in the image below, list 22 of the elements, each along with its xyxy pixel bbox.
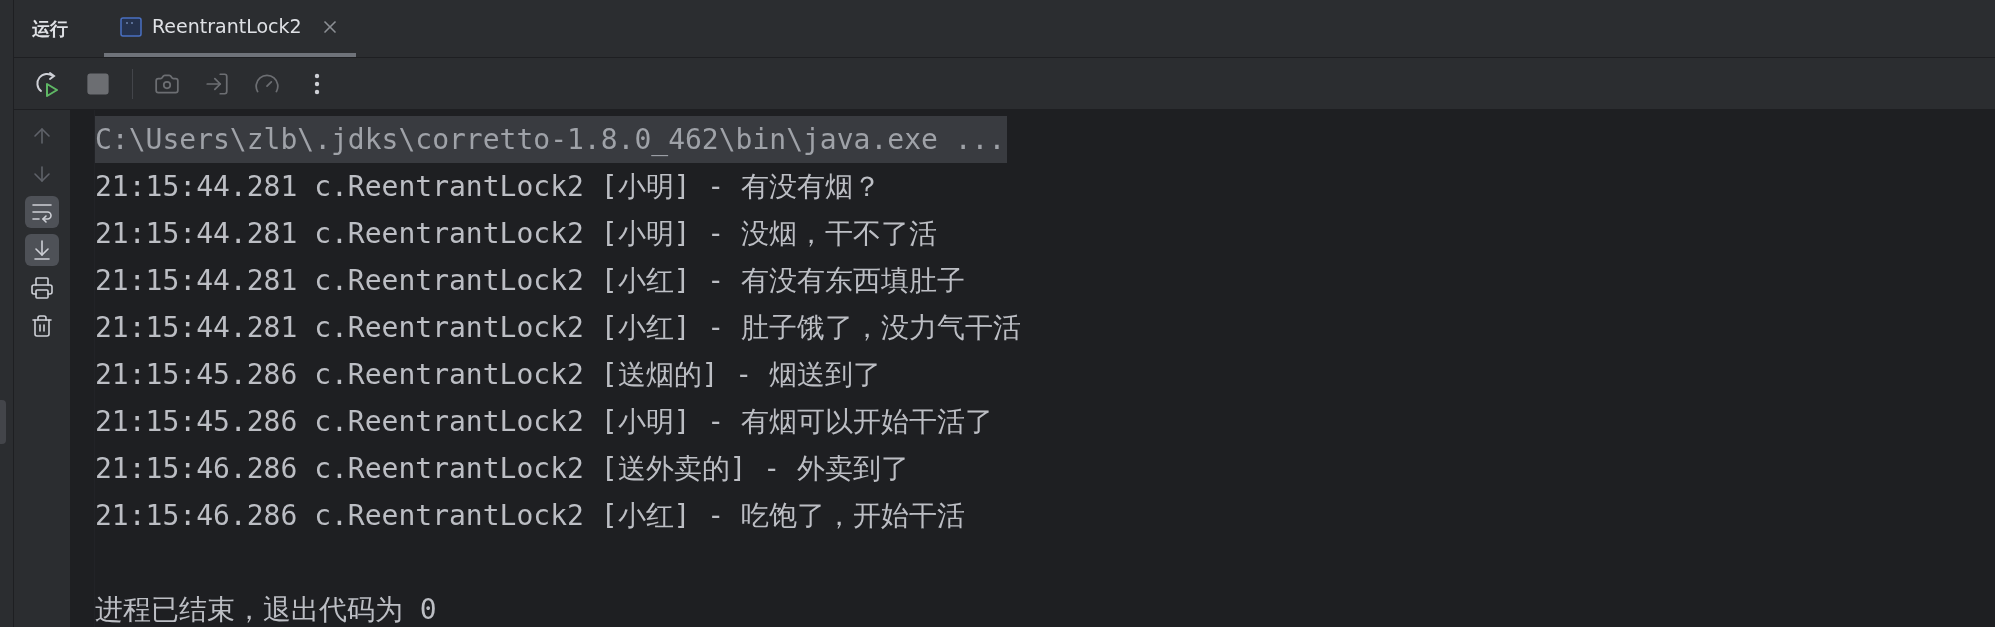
exit-message: 进程已结束，退出代码为 0 <box>95 592 438 627</box>
console-icon <box>120 16 142 37</box>
more-icon <box>314 72 320 95</box>
log-line: 21:15:44.281 c.ReentrantLock2 [小明] - 没烟，干不了活 <box>95 216 938 252</box>
rerun-icon <box>35 70 61 97</box>
tool-window-title: 运行 <box>32 17 68 41</box>
log-line: 21:15:45.286 c.ReentrantLock2 [小明] - 有烟可以开始干活了 <box>95 404 994 440</box>
log-line: 21:15:45.286 c.ReentrantLock2 [送烟的] - 烟送到了 <box>95 357 882 393</box>
stop-icon <box>85 70 111 97</box>
tab-label: ReentrantLock2 <box>152 14 302 40</box>
trash-icon <box>30 314 54 338</box>
run-tab[interactable]: ReentrantLock2 <box>104 0 356 57</box>
log-line: 21:15:46.286 c.ReentrantLock2 [送外卖的] - 外卖到了 <box>95 451 910 487</box>
log-line: 21:15:44.281 c.ReentrantLock2 [小明] - 有没有烟？ <box>95 169 882 205</box>
log-line: 21:15:44.281 c.ReentrantLock2 [小红] - 肚子饿了，没力气干活 <box>95 310 1022 346</box>
printer-icon <box>30 276 54 300</box>
wrap-button[interactable] <box>25 196 59 228</box>
enter-icon <box>204 70 230 97</box>
side-handle[interactable] <box>0 400 6 444</box>
log-line: 21:15:44.281 c.ReentrantLock2 [小红] - 有没有东西填肚子 <box>95 263 966 299</box>
scroll-end-button[interactable] <box>25 234 59 266</box>
log-line: 21:15:46.286 c.ReentrantLock2 [小红] - 吃饱了，开始干活 <box>95 498 966 534</box>
